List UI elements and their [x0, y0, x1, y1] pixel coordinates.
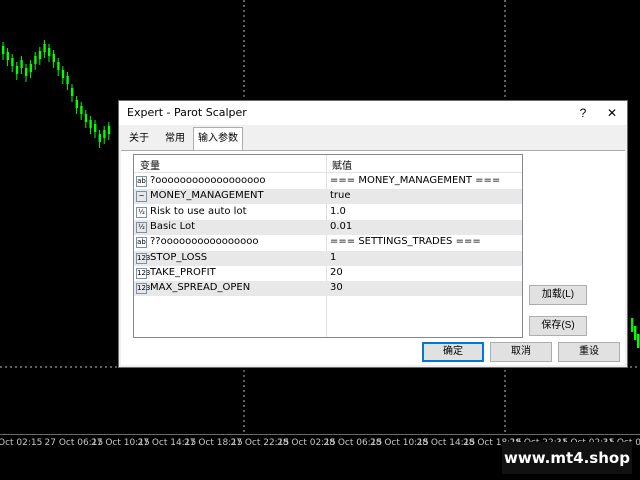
dialog-title: Expert - Parot Scalper	[127, 106, 247, 119]
parameter-value[interactable]: 0.01	[330, 221, 352, 232]
save-button[interactable]: 保存(S)	[529, 316, 587, 336]
chart-icon: ~	[136, 191, 147, 203]
candle-body	[29, 64, 32, 72]
candle-body	[34, 56, 37, 64]
parameter-value[interactable]: 1.0	[330, 206, 346, 217]
candle-body	[103, 130, 106, 138]
candle-body	[66, 76, 69, 84]
parameter-name: MAX_SPREAD_OPEN	[150, 282, 251, 294]
parameter-row[interactable]: ½ Risk to use auto lot 1.0	[134, 205, 522, 220]
candle-body	[57, 62, 60, 70]
watermark: www.mt4.shop	[502, 442, 632, 474]
candle-body	[84, 114, 88, 122]
parameter-name: Risk to use auto lot	[150, 205, 247, 217]
candle-body	[61, 70, 65, 78]
dialog-titlebar[interactable]: Expert - Parot Scalper ? ✕	[119, 101, 627, 125]
parameter-value[interactable]: 1	[330, 252, 336, 263]
expert-properties-dialog: Expert - Parot Scalper ? ✕ 关于 常用 输入参数 变量…	[118, 100, 628, 368]
candle-body	[80, 106, 83, 114]
candle-body	[20, 60, 23, 68]
parameter-name: Basic Lot	[150, 220, 196, 232]
candle-body	[6, 52, 9, 60]
cancel-button[interactable]: 取消	[490, 342, 552, 362]
parameter-name: ?oooooooooooooooooo	[150, 175, 266, 186]
int-icon: 123	[136, 283, 151, 295]
help-button[interactable]: ?	[574, 104, 592, 122]
tab-inputs[interactable]: 输入参数	[193, 127, 243, 151]
candle-body	[89, 120, 92, 128]
ok-button[interactable]: 确定	[422, 342, 484, 362]
candle-body	[38, 51, 42, 59]
parameter-row[interactable]: 123 MAX_SPREAD_OPEN 30	[134, 281, 522, 297]
parameter-row[interactable]: ½ Basic Lot 0.01	[134, 219, 522, 235]
double-icon: ½	[136, 206, 147, 218]
close-icon[interactable]: ✕	[603, 104, 621, 122]
load-button[interactable]: 加载(L)	[529, 285, 587, 305]
parameter-row[interactable]: 123 STOP_LOSS 1	[134, 250, 522, 266]
parameter-value[interactable]: 20	[330, 267, 343, 278]
parameter-row[interactable]: 123 TAKE_PROFIT 20	[134, 266, 522, 281]
header-value: 赋值	[332, 161, 352, 172]
parameters-grid[interactable]: 变量 赋值 ab ?oooooooooooooooooo === MONEY_MAN…	[133, 154, 523, 338]
parameter-name: STOP_LOSS	[150, 251, 208, 263]
parameter-row[interactable]: ~ MONEY_MANAGEMENT true	[134, 189, 522, 205]
candle-body	[48, 48, 51, 56]
candle-body	[71, 88, 74, 96]
parameter-row[interactable]: ab ?oooooooooooooooooo === MONEY_MANAGEMEN…	[134, 174, 522, 189]
parameter-name: TAKE_PROFIT	[150, 266, 216, 278]
parameter-name: MONEY_MANAGEMENT	[150, 190, 264, 202]
parameter-name: ??oooooooooooooooo	[150, 236, 259, 248]
time-tick-label: Oct 02:15	[0, 438, 43, 448]
candle-body	[43, 44, 46, 52]
parameter-row[interactable]: ab ??oooooooooooooooo === SETTINGS_TRADES …	[134, 235, 522, 250]
candle-body	[637, 334, 640, 348]
parameter-value[interactable]: 30	[330, 282, 343, 293]
dialog-tabs: 关于 常用 输入参数	[119, 125, 627, 151]
candle-body	[2, 46, 5, 54]
ab-icon: ab	[136, 176, 147, 187]
header-variable: 变量	[140, 161, 160, 172]
tab-common[interactable]: 常用	[161, 131, 189, 151]
reset-button[interactable]: 重设	[558, 342, 620, 362]
grid-header: 变量 赋值	[134, 155, 522, 173]
int-icon: 123	[136, 267, 151, 279]
int-icon: 123	[136, 252, 151, 264]
parameter-value[interactable]: true	[330, 190, 351, 201]
candle-body	[52, 54, 55, 62]
candle-body	[15, 66, 19, 74]
candle-body	[98, 134, 101, 142]
candle-body	[631, 318, 634, 332]
ab-icon: ab	[136, 237, 147, 249]
candle-body	[634, 326, 637, 340]
parameter-value[interactable]: === SETTINGS_TRADES ===	[330, 236, 481, 247]
candle-body	[75, 100, 78, 108]
candle-body	[25, 68, 28, 76]
candle-body	[94, 124, 97, 132]
candle-body	[11, 58, 14, 66]
double-icon: ½	[136, 221, 147, 233]
tab-about[interactable]: 关于	[125, 131, 153, 151]
parameter-value[interactable]: === MONEY_MANAGEMENT ===	[330, 175, 500, 186]
candle-body	[107, 126, 111, 134]
